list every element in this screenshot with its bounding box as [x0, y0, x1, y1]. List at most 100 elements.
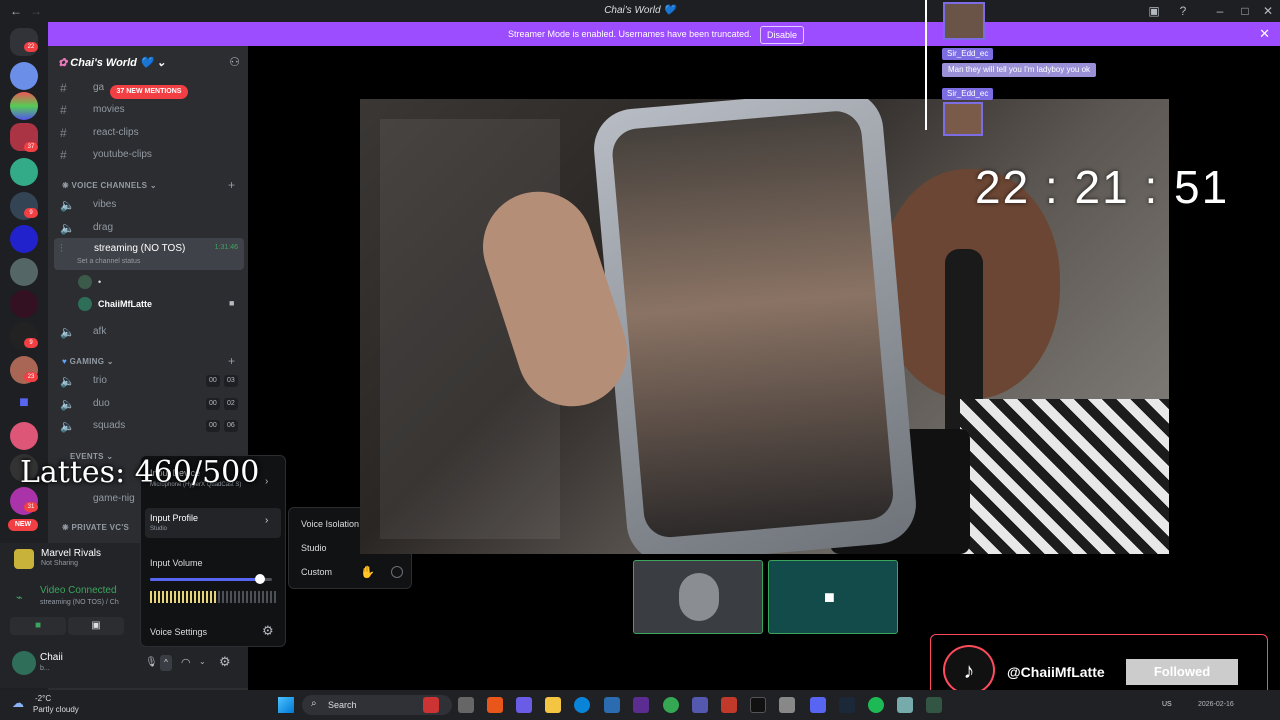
- disable-button[interactable]: Disable: [760, 26, 805, 44]
- channel-item[interactable]: # movies: [58, 100, 244, 120]
- discord-icon[interactable]: [810, 697, 826, 713]
- channel-item[interactable]: # ga: [58, 78, 244, 98]
- volume-knob[interactable]: [254, 574, 265, 584]
- maximize-icon[interactable]: □: [1237, 3, 1253, 19]
- weather-desc[interactable]: Partly cloudy: [33, 705, 79, 714]
- signal-icon: ⌁: [16, 592, 23, 604]
- server-icon[interactable]: [10, 258, 38, 286]
- language-indicator[interactable]: US: [1162, 701, 1172, 708]
- channel-status[interactable]: Set a channel status: [77, 258, 140, 265]
- settings-gear-icon[interactable]: ⚙: [262, 623, 274, 639]
- meter-bar: [198, 591, 200, 603]
- server-icon[interactable]: [10, 62, 38, 90]
- speaker-icon: 🔈: [60, 198, 75, 212]
- server-icon[interactable]: [10, 225, 38, 253]
- taskbar-date[interactable]: 2026-02-16: [1198, 701, 1234, 708]
- radio-button[interactable]: [391, 566, 403, 578]
- voice-channel-item[interactable]: 🔈 drag: [58, 218, 244, 238]
- chevron-down-icon[interactable]: ⌄: [199, 657, 206, 666]
- file-explorer-icon[interactable]: [545, 697, 561, 713]
- channel-item[interactable]: # react-clips: [58, 123, 244, 143]
- hash-icon: #: [60, 148, 67, 162]
- voice-channel-item[interactable]: 🔈 afk: [58, 322, 244, 342]
- settings-gear-icon[interactable]: ⚙: [219, 654, 231, 670]
- help-icon[interactable]: ?: [1175, 3, 1191, 19]
- speaker-icon: 🔈: [60, 397, 75, 411]
- video-button[interactable]: ■: [10, 617, 66, 635]
- avatar[interactable]: [78, 275, 92, 289]
- edge-browser-icon[interactable]: [574, 697, 590, 713]
- app-icon[interactable]: [721, 697, 737, 713]
- app-icon[interactable]: [604, 697, 620, 713]
- chevron-right-icon[interactable]: ›: [265, 476, 268, 487]
- private-category[interactable]: ❋ PRIVATE VC'S: [62, 523, 129, 532]
- voice-channel-item[interactable]: 🔈 vibes: [58, 195, 244, 215]
- heart-icon: ♥: [62, 357, 68, 366]
- voice-channel-item[interactable]: 🔈 duo 00 02: [58, 394, 244, 414]
- weather-icon: ☁: [12, 696, 24, 710]
- channel-label: react-clips: [93, 127, 139, 138]
- app-icon[interactable]: [516, 697, 532, 713]
- category-label: VOICE CHANNELS: [71, 181, 148, 190]
- meter-bar: [246, 591, 248, 603]
- avatar[interactable]: [12, 651, 36, 675]
- start-button[interactable]: [278, 697, 294, 713]
- invite-icon[interactable]: ⚇: [229, 55, 240, 69]
- profile-option-custom[interactable]: Custom: [289, 560, 411, 584]
- spotify-icon[interactable]: [868, 697, 884, 713]
- app-icon[interactable]: [779, 697, 795, 713]
- voice-category[interactable]: ❋ VOICE CHANNELS ⌄: [62, 181, 157, 190]
- voice-user-name[interactable]: •: [98, 277, 101, 287]
- teams-icon[interactable]: [692, 697, 708, 713]
- channel-label: movies: [93, 104, 125, 115]
- input-profile-row[interactable]: Input Profile Studio ›: [145, 508, 281, 538]
- app-icon[interactable]: [897, 697, 913, 713]
- gaming-category[interactable]: ♥ GAMING ⌄: [62, 357, 114, 366]
- server-icon[interactable]: [10, 422, 38, 450]
- category-label: PRIVATE VC'S: [71, 523, 130, 532]
- flag-app-icon[interactable]: [423, 697, 439, 713]
- steam-icon[interactable]: [839, 697, 855, 713]
- folder-icon[interactable]: ■: [10, 389, 38, 417]
- server-icon[interactable]: [10, 92, 38, 120]
- chrome-icon[interactable]: [663, 697, 679, 713]
- mention-badge: 31: [24, 502, 38, 512]
- voice-channel-active[interactable]: ⫶ streaming (NO TOS) 1:31:46 Set a chann…: [54, 238, 244, 270]
- tiktok-app-icon[interactable]: [750, 697, 766, 713]
- participant-tile[interactable]: ■: [768, 560, 898, 634]
- microphone-icon[interactable]: 🎙: [145, 657, 158, 668]
- participant-tile[interactable]: [633, 560, 763, 634]
- screen-share-button[interactable]: ▣: [68, 617, 124, 635]
- mouse-cursor-icon: ✋: [360, 565, 375, 579]
- mic-options-chevron-icon[interactable]: ^: [160, 655, 172, 671]
- banner-close-icon[interactable]: ✕: [1259, 26, 1270, 42]
- option-label: Studio: [301, 543, 327, 553]
- voice-channel-item[interactable]: 🔈 trio 00 03: [58, 371, 244, 391]
- jacket-pattern: [960, 399, 1169, 554]
- app-icon[interactable]: [926, 697, 942, 713]
- voice-channel-item[interactable]: 🔈 squads 00 06: [58, 416, 244, 436]
- user-name[interactable]: Chaii: [40, 652, 63, 663]
- app-icon[interactable]: [633, 697, 649, 713]
- meter-bar: [274, 591, 276, 603]
- connection-channel[interactable]: streaming (NO TOS) / Ch: [40, 599, 119, 606]
- avatar[interactable]: [78, 297, 92, 311]
- task-view-icon[interactable]: [458, 697, 474, 713]
- weather-temp[interactable]: -2°C: [35, 694, 51, 703]
- app-icon[interactable]: [487, 697, 503, 713]
- minimize-icon[interactable]: –: [1212, 3, 1228, 19]
- close-icon[interactable]: ✕: [1260, 3, 1276, 19]
- streamer-mode-banner: Streamer Mode is enabled. Usernames have…: [48, 22, 1280, 46]
- input-volume-slider[interactable]: [150, 574, 272, 584]
- meter-bar: [250, 591, 252, 603]
- channel-label: streaming (NO TOS): [94, 243, 186, 254]
- inbox-icon[interactable]: ▣: [1146, 3, 1162, 19]
- connection-status[interactable]: Video Connected: [40, 585, 117, 596]
- headphones-icon[interactable]: ◠: [181, 656, 191, 669]
- channel-item[interactable]: # youtube-clips: [58, 145, 244, 165]
- server-icon[interactable]: [10, 290, 38, 318]
- voice-user-name[interactable]: ChaiiMfLatte: [98, 299, 152, 309]
- server-icon[interactable]: [10, 158, 38, 186]
- server-name[interactable]: ✿ Chai's World 💙 ⌄: [58, 56, 166, 69]
- voice-settings-label[interactable]: Voice Settings: [150, 627, 207, 637]
